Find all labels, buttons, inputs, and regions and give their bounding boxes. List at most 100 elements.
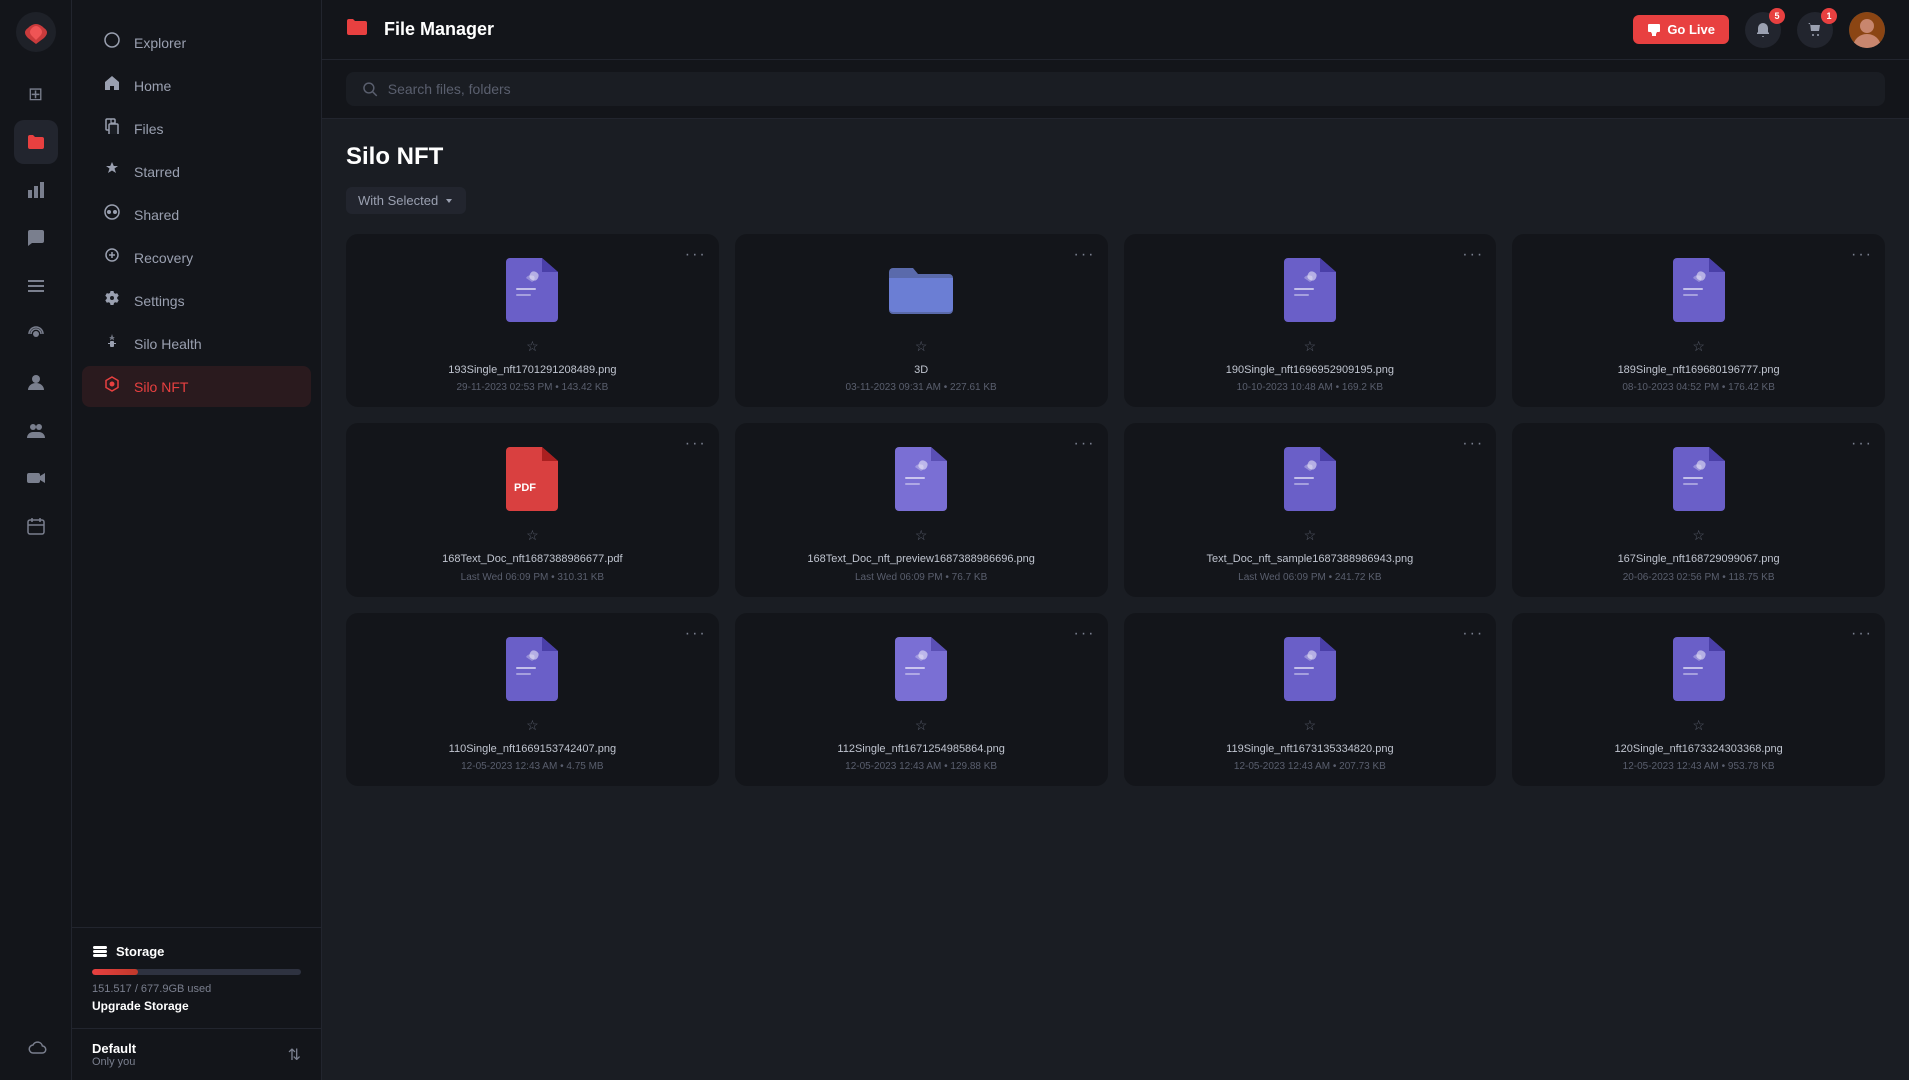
file-star-button[interactable]: ☆: [526, 717, 539, 734]
file-star-button[interactable]: ☆: [915, 717, 928, 734]
file-meta: 10-10-2023 10:48 AM • 169.2 KB: [1237, 382, 1383, 393]
sidebar-item-silo-health[interactable]: Silo Health: [82, 323, 311, 364]
file-menu-button[interactable]: ···: [1462, 625, 1484, 643]
file-meta: Last Wed 06:09 PM • 76.7 KB: [855, 572, 987, 583]
file-name: 193Single_nft1701291208489.png: [448, 363, 616, 378]
file-star-button[interactable]: ☆: [915, 527, 928, 544]
app-logo[interactable]: [14, 10, 58, 54]
sidebar-item-label: Home: [134, 78, 171, 94]
sidebar-icon-radio[interactable]: [14, 312, 58, 356]
file-menu-button[interactable]: ···: [1851, 435, 1873, 453]
search-input-wrap[interactable]: [346, 72, 1885, 106]
file-card[interactable]: ··· ☆ 189Single_nft169680196777.png 08-1…: [1512, 234, 1885, 407]
file-menu-button[interactable]: ···: [1851, 625, 1873, 643]
with-selected-button[interactable]: With Selected: [346, 187, 466, 214]
file-icon: [889, 254, 953, 326]
file-card[interactable]: ··· ☆ Text_Doc_nft_sample1687388986943.p…: [1124, 423, 1497, 596]
file-card[interactable]: ··· ☆ 120Single_nft1673324303368.png 12-…: [1512, 613, 1885, 786]
file-name: 120Single_nft1673324303368.png: [1615, 742, 1783, 757]
silo-nft-icon: [102, 376, 122, 397]
search-icon: [362, 81, 378, 97]
file-card[interactable]: ··· ☆ 112Single_nft1671254985864.png 12-…: [735, 613, 1108, 786]
sidebar-icon-folder[interactable]: [14, 120, 58, 164]
file-icon: [500, 254, 564, 326]
file-name: 112Single_nft1671254985864.png: [837, 742, 1004, 757]
content-area: Silo NFT With Selected ··· ☆ 193Single_n…: [322, 119, 1909, 1080]
sidebar-icon-video[interactable]: [14, 456, 58, 500]
file-card[interactable]: ··· ☆ 119Single_nft1673135334820.png 12-…: [1124, 613, 1497, 786]
file-star-button[interactable]: ☆: [915, 338, 928, 355]
file-star-button[interactable]: ☆: [1304, 717, 1317, 734]
settings-icon: [102, 290, 122, 311]
file-menu-button[interactable]: ···: [1851, 246, 1873, 264]
sidebar-item-shared[interactable]: Shared: [82, 194, 311, 235]
file-card[interactable]: ··· ☆ 167Single_nft168729099067.png 20-0…: [1512, 423, 1885, 596]
file-name: 3D: [914, 363, 928, 378]
sidebar-icon-calendar[interactable]: [14, 504, 58, 548]
file-star-button[interactable]: ☆: [1304, 527, 1317, 544]
sidebar-icon-chart[interactable]: [14, 168, 58, 212]
topbar-folder-icon: [346, 18, 368, 42]
file-menu-button[interactable]: ···: [685, 435, 707, 453]
file-card[interactable]: ··· ☆ 3D 03-11-2023 09:31 AM • 227.61 KB: [735, 234, 1108, 407]
svg-text:PDF: PDF: [514, 482, 536, 494]
file-menu-button[interactable]: ···: [1074, 625, 1096, 643]
file-menu-button[interactable]: ···: [1462, 435, 1484, 453]
sidebar-item-label: Starred: [134, 164, 180, 180]
sidebar-item-files[interactable]: Files: [82, 108, 311, 149]
sidebar-icon-cloud[interactable]: [14, 1026, 58, 1070]
file-menu-button[interactable]: ···: [685, 625, 707, 643]
file-menu-button[interactable]: ···: [1462, 246, 1484, 264]
file-star-button[interactable]: ☆: [1692, 338, 1705, 355]
file-name: 167Single_nft168729099067.png: [1618, 552, 1780, 567]
sidebar-icon-grid[interactable]: ⊞: [14, 72, 58, 116]
upgrade-storage-button[interactable]: Upgrade Storage: [92, 999, 301, 1013]
file-star-button[interactable]: ☆: [1304, 338, 1317, 355]
file-name: 190Single_nft1696952909195.png: [1226, 363, 1394, 378]
file-meta: Last Wed 06:09 PM • 241.72 KB: [1238, 572, 1381, 583]
user-avatar[interactable]: [1849, 12, 1885, 48]
default-section[interactable]: Default Only you ⇅: [72, 1028, 321, 1080]
sidebar-item-label: Shared: [134, 207, 179, 223]
file-card[interactable]: ··· ☆ 168Text_Doc_nft_preview16873889866…: [735, 423, 1108, 596]
sidebar-item-label: Recovery: [134, 250, 193, 266]
sidebar-item-home[interactable]: Home: [82, 65, 311, 106]
file-star-button[interactable]: ☆: [1692, 717, 1705, 734]
icon-bar: ⊞: [0, 0, 72, 1080]
file-star-button[interactable]: ☆: [1692, 527, 1705, 544]
with-selected-label: With Selected: [358, 193, 438, 208]
file-meta: 12-05-2023 12:43 AM • 953.78 KB: [1623, 761, 1775, 772]
sidebar-icon-users[interactable]: [14, 360, 58, 404]
file-card[interactable]: ··· PDF ☆ 168Text_Doc_nft1687388986677.p…: [346, 423, 719, 596]
silo-health-icon: [102, 333, 122, 354]
sidebar-item-settings[interactable]: Settings: [82, 280, 311, 321]
file-menu-button[interactable]: ···: [1074, 435, 1096, 453]
default-arrow-icon: ⇅: [288, 1045, 301, 1065]
storage-bar: [92, 969, 301, 975]
sidebar-icon-person[interactable]: [14, 408, 58, 452]
file-star-button[interactable]: ☆: [526, 338, 539, 355]
file-meta: Last Wed 06:09 PM • 310.31 KB: [461, 572, 604, 583]
file-name: 110Single_nft1669153742407.png: [449, 742, 616, 757]
file-card[interactable]: ··· ☆ 190Single_nft1696952909195.png 10-…: [1124, 234, 1497, 407]
file-menu-button[interactable]: ···: [1074, 246, 1096, 264]
sidebar-item-recovery[interactable]: Recovery: [82, 237, 311, 278]
file-name: 168Text_Doc_nft_preview1687388986696.png: [807, 552, 1035, 567]
search-input[interactable]: [388, 81, 1869, 97]
sidebar-item-starred[interactable]: Starred: [82, 151, 311, 192]
file-name: 189Single_nft169680196777.png: [1618, 363, 1780, 378]
file-card[interactable]: ··· ☆ 110Single_nft1669153742407.png 12-…: [346, 613, 719, 786]
sidebar-item-silo-nft[interactable]: Silo NFT: [82, 366, 311, 407]
default-label: Default: [92, 1041, 136, 1056]
file-menu-button[interactable]: ···: [685, 246, 707, 264]
sidebar-item-label: Explorer: [134, 35, 186, 51]
notifications-button[interactable]: 5: [1745, 12, 1781, 48]
file-card[interactable]: ··· ☆ 193Single_nft1701291208489.png 29-…: [346, 234, 719, 407]
go-live-button[interactable]: Go Live: [1633, 15, 1729, 44]
sidebar-icon-chat[interactable]: [14, 216, 58, 260]
cart-button[interactable]: 1: [1797, 12, 1833, 48]
sidebar-icon-list[interactable]: [14, 264, 58, 308]
sidebar-item-explorer[interactable]: Explorer: [82, 22, 311, 63]
file-star-button[interactable]: ☆: [526, 527, 539, 544]
file-meta: 12-05-2023 12:43 AM • 129.88 KB: [845, 761, 997, 772]
